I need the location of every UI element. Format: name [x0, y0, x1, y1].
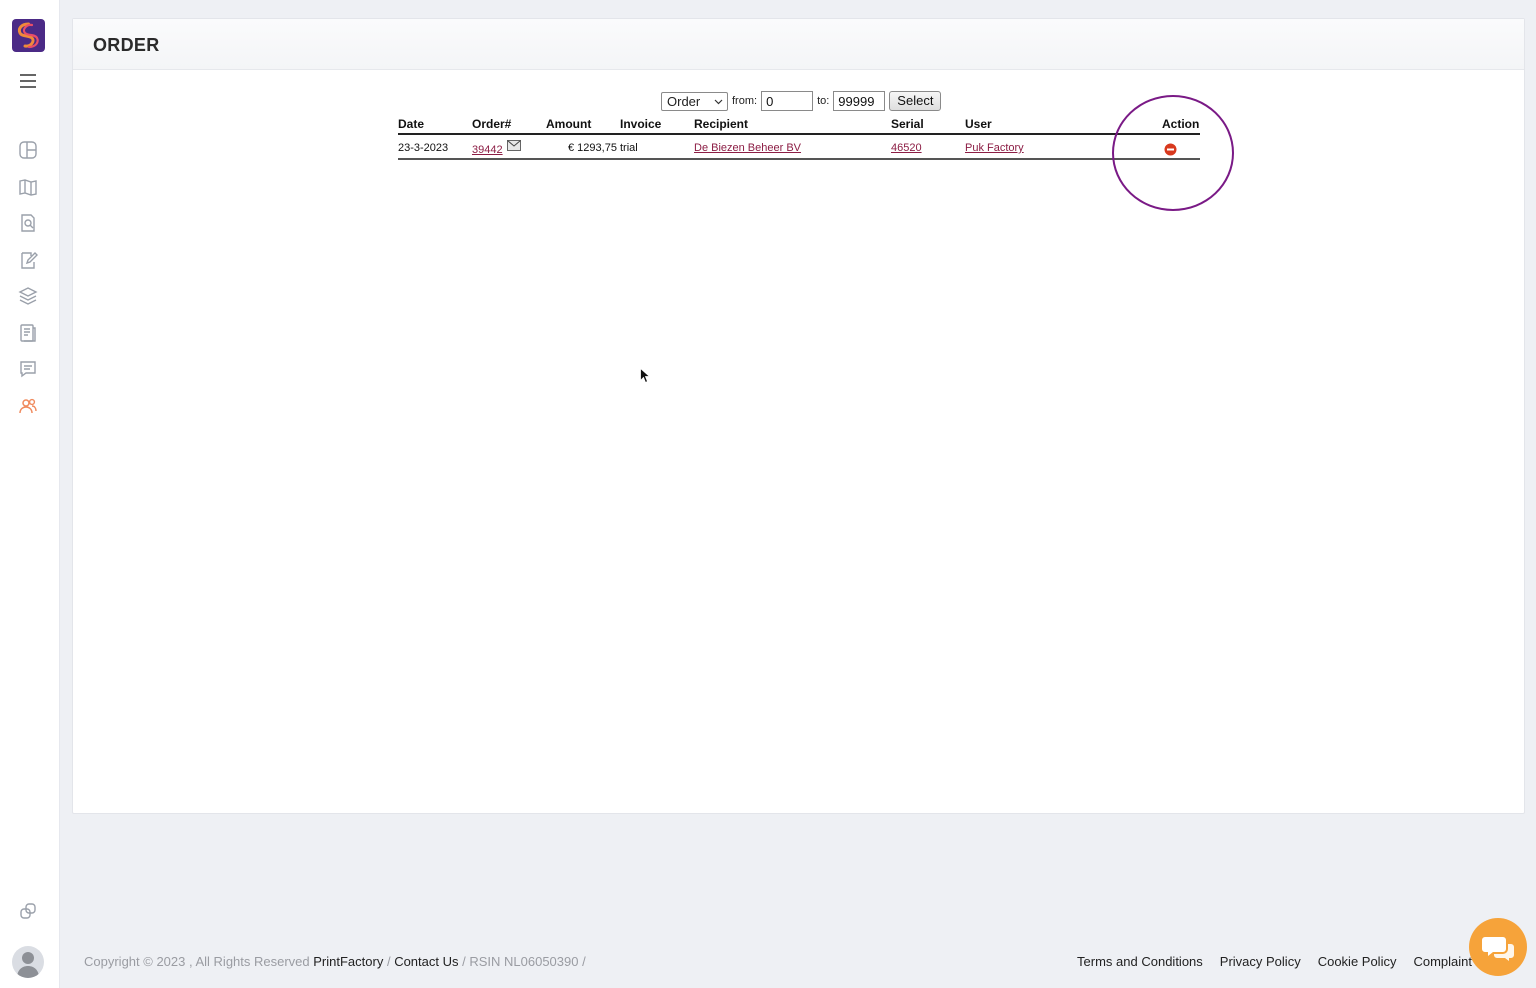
dashboard-icon[interactable] [18, 140, 38, 160]
sidebar [0, 0, 60, 988]
complaint-link[interactable]: Complaint [1413, 954, 1472, 969]
type-select[interactable]: Order [661, 91, 728, 111]
card-header: ORDER [73, 19, 1524, 70]
header-date: Date [398, 117, 425, 131]
users-icon[interactable] [18, 396, 38, 416]
book-icon[interactable] [18, 323, 38, 343]
header-user: User [965, 117, 992, 131]
header-invoice: Invoice [620, 117, 662, 131]
cursor-icon [640, 368, 650, 383]
header-amount: Amount [546, 117, 592, 131]
footer-separator: / [383, 954, 395, 969]
from-label: from: [732, 95, 758, 107]
order-link[interactable]: 39442 [472, 144, 503, 156]
cookie-link[interactable]: Cookie Policy [1318, 954, 1397, 969]
header-serial: Serial [891, 117, 924, 131]
header-recipient: Recipient [694, 117, 749, 131]
serial-link[interactable]: 46520 [891, 142, 922, 154]
edit-document-icon[interactable] [18, 250, 38, 270]
app-logo-icon[interactable] [12, 19, 45, 52]
rsin-text: / RSIN NL06050390 / [458, 954, 586, 969]
menu-icon[interactable] [19, 72, 37, 90]
header-order: Order# [472, 117, 512, 131]
copyright-text: Copyright © 2023 , All Rights Reserved [84, 954, 310, 969]
recipient-link[interactable]: De Biezen Beheer BV [694, 142, 801, 154]
user-link[interactable]: Puk Factory [965, 142, 1024, 154]
footer-links: Terms and Conditions Privacy Policy Cook… [1077, 954, 1472, 969]
layers-icon[interactable] [18, 286, 38, 306]
cell-date: 23-3-2023 [398, 142, 449, 154]
mail-icon[interactable] [507, 140, 521, 151]
select-button[interactable]: Select [889, 91, 942, 111]
privacy-link[interactable]: Privacy Policy [1220, 954, 1301, 969]
to-label: to: [817, 95, 830, 107]
page-title: ORDER [93, 35, 160, 55]
document-search-icon[interactable] [18, 213, 38, 233]
cell-amount: € 1293,75 [568, 142, 617, 154]
terms-link[interactable]: Terms and Conditions [1077, 954, 1203, 969]
orders-table: Date Order# Amount Invoice Recipient Ser… [398, 115, 1200, 160]
chevron-down-icon [714, 97, 723, 106]
to-input[interactable] [833, 91, 886, 111]
main-card: ORDER Order from: to: Select Date Order#… [72, 18, 1525, 814]
filter-bar: Order from: to: Select [661, 91, 942, 111]
contact-link[interactable]: Contact Us [394, 954, 458, 969]
chat-widget-button[interactable] [1469, 918, 1527, 976]
table-row: 23-3-2023 39442 € 1293,75 trial De Bieze… [398, 135, 1200, 160]
type-select-value: Order [667, 93, 701, 109]
footer-copyright: Copyright © 2023 , All Rights Reserved P… [84, 954, 586, 969]
table-header: Date Order# Amount Invoice Recipient Ser… [398, 115, 1200, 135]
map-icon[interactable] [18, 177, 38, 197]
brand-link[interactable]: PrintFactory [313, 954, 383, 969]
cell-invoice: trial [620, 142, 638, 154]
link-icon[interactable] [18, 901, 38, 921]
annotation-circle [1112, 95, 1234, 211]
chat-icon[interactable] [18, 359, 38, 379]
avatar[interactable] [12, 946, 44, 978]
from-input[interactable] [761, 91, 814, 111]
